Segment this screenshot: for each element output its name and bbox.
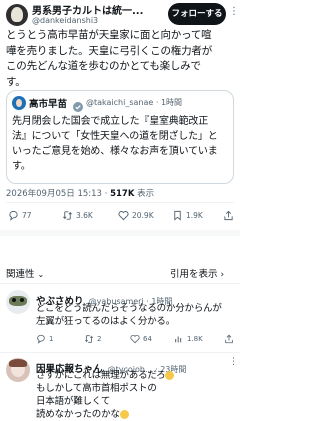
more-options-icon[interactable]: ⋮	[229, 357, 238, 367]
show-quotes-link[interactable]: 引用を表示 ›	[170, 266, 224, 280]
quote-author-name: 高市早苗	[29, 99, 68, 110]
bookmark-button[interactable]: 1.9K	[172, 210, 203, 221]
views-icon	[175, 336, 182, 343]
quote-text-line: 先月閉会した国会で成立した『皇室典範改正	[12, 116, 208, 127]
laughing-emoji-icon	[119, 410, 129, 419]
reply-reply-button[interactable]: 1	[36, 334, 53, 344]
quoted-post[interactable]: 高市早苗 @takaichi_sanae · 1時間 先月閉会した国会で成立した…	[6, 90, 234, 184]
bookmark-count: 1.9K	[186, 211, 203, 220]
reply-icon	[9, 210, 18, 221]
post-meta: 2026年09月05日 15:13 · 517K 表示	[6, 189, 155, 199]
post-text-line: とうとう高市早苗が天皇家に面と向かって喧	[6, 29, 212, 41]
reply-like-count: 64	[143, 335, 152, 343]
post-text-line: この先どんな道を歩むのかとても楽しみで	[6, 60, 201, 72]
heart-icon	[118, 211, 129, 221]
reply-repost-button[interactable]: 2	[84, 334, 101, 344]
repost-icon	[63, 211, 72, 220]
reply-avatar[interactable]	[6, 290, 30, 314]
quote-author-avatar	[12, 96, 26, 110]
reply-share-button[interactable]	[224, 334, 234, 344]
reply-text: どこをどう読んだらそうなるのか分からんが 左翼が狂ってるのはよく分かる。	[36, 302, 236, 328]
share-button[interactable]	[223, 210, 234, 221]
verified-badge-icon	[73, 97, 83, 112]
post-timestamp[interactable]: 2026年09月05日 15:13	[6, 189, 102, 199]
reply-text: さすがにこれは無理があるだろ もしかして高市首相ポストの 日本語が難しくて 読め…	[36, 369, 236, 421]
reply-text-line: 読めなかったのかな	[36, 408, 236, 421]
like-button[interactable]: 20.9K	[118, 210, 154, 221]
reply-icon	[37, 334, 45, 344]
chevron-down-icon: ⌄	[37, 270, 45, 279]
repost-icon	[84, 335, 94, 343]
quote-text-line: 法』について「女性天皇への道を閉ざした」と	[12, 131, 218, 142]
more-options-icon[interactable]: ⋮	[229, 6, 239, 20]
divider	[0, 230, 240, 236]
reply-reply-count: 1	[49, 335, 54, 343]
share-icon	[225, 334, 233, 344]
quote-text-line: いったご意見を始め、様々なお声を頂いていま	[12, 146, 218, 157]
sort-replies-dropdown[interactable]: 関連性 ⌄	[6, 266, 44, 280]
divider	[0, 352, 240, 353]
laughing-emoji-icon	[165, 371, 175, 380]
quote-text: 先月閉会した国会で成立した『皇室典範改正 法』について「女性天皇への道を閉ざした…	[12, 114, 230, 174]
reply-text-line: さすがにこれは無理があるだろ	[36, 369, 236, 382]
quote-author-handle: @takaichi_sanae · 1時間	[86, 98, 183, 107]
repost-button[interactable]: 3.6K	[62, 210, 93, 221]
post-text-line: す。	[6, 75, 26, 88]
share-icon	[224, 210, 233, 221]
like-count: 20.9K	[132, 211, 154, 220]
divider	[0, 283, 240, 284]
views-label: 表示	[137, 189, 155, 199]
reply-text-line: もしかして高市首相ポストの	[36, 383, 157, 394]
reply-views-count: 1.8K	[187, 335, 203, 343]
sort-label: 関連性	[6, 269, 35, 280]
views-count: 517K	[110, 189, 135, 199]
bookmark-icon	[174, 210, 181, 221]
reply-count: 77	[22, 211, 32, 220]
author-name[interactable]: 男系男子カルトは統一...	[32, 2, 166, 17]
post-text: とうとう高市早苗が天皇家に面と向かって喧 嘩を売りました。天皇に弓引くこの権力者…	[6, 28, 238, 90]
chevron-right-icon: ›	[220, 270, 225, 280]
heart-icon	[130, 334, 140, 344]
author-avatar[interactable]	[6, 4, 28, 26]
quote-text-line: す。	[12, 161, 31, 172]
repost-count: 3.6K	[76, 211, 93, 220]
follow-button[interactable]: フォローする	[168, 3, 226, 25]
reply-like-button[interactable]: 64	[130, 334, 152, 344]
reply-text-line: 左翼が狂ってるのはよく分かる。	[36, 316, 176, 327]
reply-text-line: どこをどう読んだらそうなるのか分からんが	[36, 303, 222, 314]
show-quotes-label: 引用を表示	[170, 269, 218, 280]
reply-views-button[interactable]: 1.8K	[174, 334, 203, 344]
reply-avatar[interactable]	[6, 358, 30, 382]
reply-repost-count: 2	[97, 335, 102, 343]
author-handle[interactable]: @dankeidanshi3	[32, 16, 98, 25]
post-text-line: 嘩を売りました。天皇に弓引くこの権力者が	[6, 44, 212, 57]
divider	[6, 202, 234, 203]
reply-button[interactable]: 77	[8, 210, 32, 221]
